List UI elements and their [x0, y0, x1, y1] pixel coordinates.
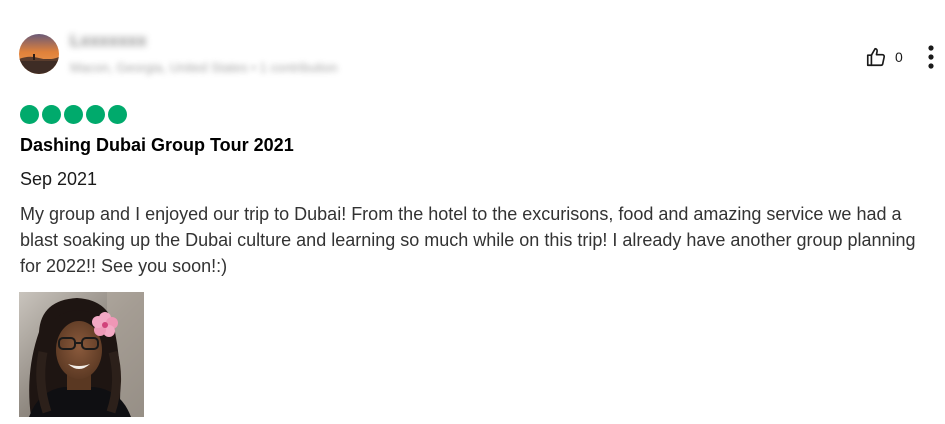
more-options-button[interactable] [924, 44, 938, 70]
rating-bubble [86, 105, 105, 124]
reviewer-avatar[interactable] [19, 34, 59, 74]
reviewer-name[interactable]: Lxxxxxxx [70, 31, 147, 51]
helpful-vote-button[interactable]: 0 [865, 46, 903, 68]
rating-bubble [108, 105, 127, 124]
review-body: My group and I enjoyed our trip to Dubai… [20, 204, 916, 276]
helpful-count: 0 [895, 49, 903, 65]
review-title[interactable]: Dashing Dubai Group Tour 2021 [20, 135, 294, 156]
more-vertical-icon [924, 45, 938, 74]
thumbs-up-icon [865, 46, 887, 68]
rating-bubble [20, 105, 39, 124]
rating-bubble [42, 105, 61, 124]
review-photo[interactable] [19, 292, 144, 417]
reviewer-meta: Macon, Georgia, United States • 1 contri… [70, 60, 338, 75]
rating-bubble [64, 105, 83, 124]
review-date: Sep 2021 [20, 169, 98, 189]
rating-bubbles [20, 105, 127, 124]
